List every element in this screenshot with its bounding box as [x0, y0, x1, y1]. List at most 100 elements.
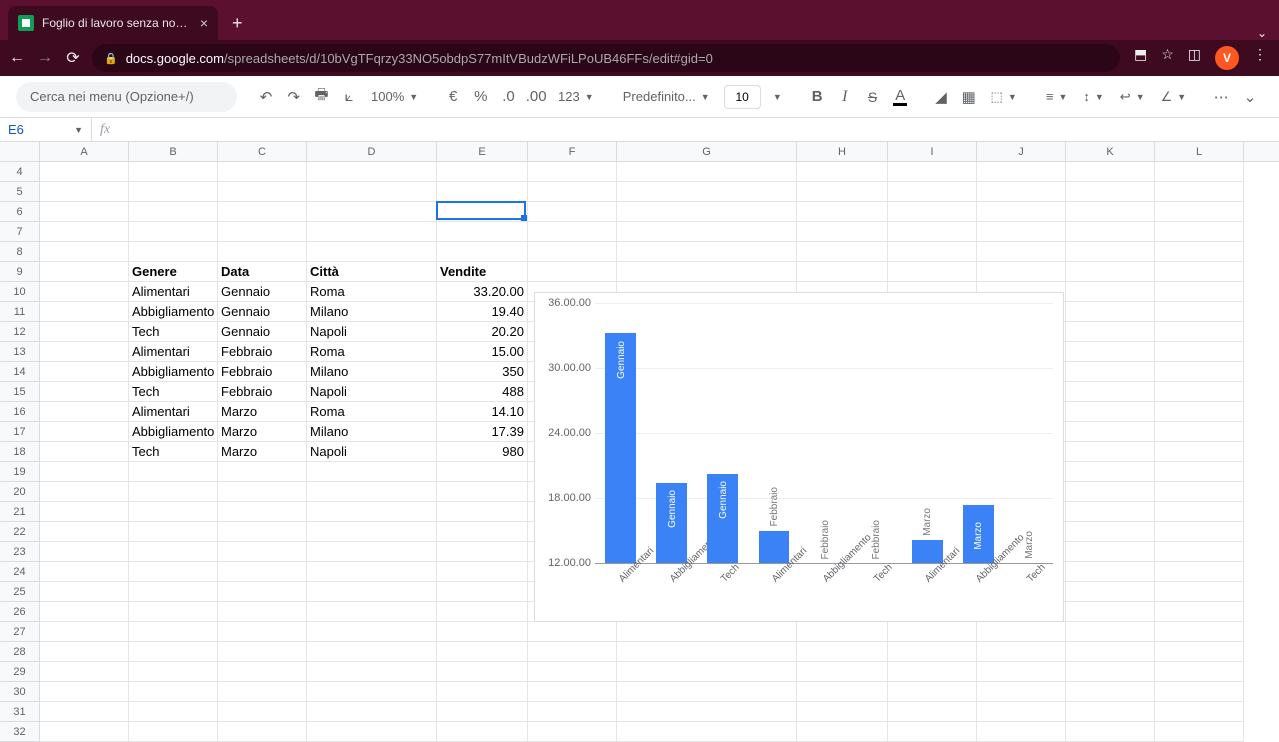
cell-B27[interactable]: [129, 622, 218, 642]
cell-J32[interactable]: [977, 722, 1066, 742]
cell-A15[interactable]: [40, 382, 129, 402]
cell-A11[interactable]: [40, 302, 129, 322]
column-header-K[interactable]: K: [1066, 142, 1155, 161]
cell-A30[interactable]: [40, 682, 129, 702]
cell-K10[interactable]: [1066, 282, 1155, 302]
cell-K20[interactable]: [1066, 482, 1155, 502]
cell-J29[interactable]: [977, 662, 1066, 682]
cell-K11[interactable]: [1066, 302, 1155, 322]
cell-H31[interactable]: [797, 702, 888, 722]
cell-B29[interactable]: [129, 662, 218, 682]
column-header-G[interactable]: G: [617, 142, 797, 161]
cell-B30[interactable]: [129, 682, 218, 702]
cell-D11[interactable]: Milano: [307, 302, 437, 322]
bookmark-icon[interactable]: ☆: [1161, 46, 1174, 70]
cell-A20[interactable]: [40, 482, 129, 502]
cell-K27[interactable]: [1066, 622, 1155, 642]
cell-I9[interactable]: [888, 262, 977, 282]
cell-E27[interactable]: [437, 622, 528, 642]
row-header-21[interactable]: 21: [0, 502, 40, 522]
cell-H30[interactable]: [797, 682, 888, 702]
profile-avatar[interactable]: V: [1215, 46, 1239, 70]
cell-L16[interactable]: [1155, 402, 1244, 422]
cell-F31[interactable]: [528, 702, 617, 722]
cell-C25[interactable]: [218, 582, 307, 602]
cell-C18[interactable]: Marzo: [218, 442, 307, 462]
cell-A31[interactable]: [40, 702, 129, 722]
cell-L11[interactable]: [1155, 302, 1244, 322]
cell-B18[interactable]: Tech: [129, 442, 218, 462]
currency-button[interactable]: €: [441, 84, 465, 110]
cell-K26[interactable]: [1066, 602, 1155, 622]
install-app-icon[interactable]: ⬒: [1134, 46, 1147, 70]
cell-D32[interactable]: [307, 722, 437, 742]
cell-B21[interactable]: [129, 502, 218, 522]
cell-J28[interactable]: [977, 642, 1066, 662]
font-size-input[interactable]: 10: [724, 85, 761, 109]
strikethrough-button[interactable]: S: [861, 84, 885, 110]
cell-A24[interactable]: [40, 562, 129, 582]
cell-C19[interactable]: [218, 462, 307, 482]
cell-C11[interactable]: Gennaio: [218, 302, 307, 322]
row-header-4[interactable]: 4: [0, 162, 40, 182]
zoom-dropdown[interactable]: 100%▼: [365, 84, 424, 110]
cell-K23[interactable]: [1066, 542, 1155, 562]
cell-B17[interactable]: Abbigliamento: [129, 422, 218, 442]
cell-L17[interactable]: [1155, 422, 1244, 442]
cell-K32[interactable]: [1066, 722, 1155, 742]
cell-D7[interactable]: [307, 222, 437, 242]
cell-A27[interactable]: [40, 622, 129, 642]
cell-B22[interactable]: [129, 522, 218, 542]
cell-D16[interactable]: Roma: [307, 402, 437, 422]
cell-F30[interactable]: [528, 682, 617, 702]
cell-B20[interactable]: [129, 482, 218, 502]
cell-E15[interactable]: 488: [437, 382, 528, 402]
cell-B5[interactable]: [129, 182, 218, 202]
chart-bar[interactable]: [707, 474, 738, 563]
row-header-24[interactable]: 24: [0, 562, 40, 582]
cell-A29[interactable]: [40, 662, 129, 682]
column-header-D[interactable]: D: [307, 142, 437, 161]
cell-D13[interactable]: Roma: [307, 342, 437, 362]
cell-L5[interactable]: [1155, 182, 1244, 202]
cell-D25[interactable]: [307, 582, 437, 602]
cell-C22[interactable]: [218, 522, 307, 542]
select-all-corner[interactable]: [0, 142, 40, 161]
cell-A19[interactable]: [40, 462, 129, 482]
row-header-5[interactable]: 5: [0, 182, 40, 202]
cell-H7[interactable]: [797, 222, 888, 242]
cell-D9[interactable]: Città: [307, 262, 437, 282]
cell-K6[interactable]: [1066, 202, 1155, 222]
cell-F29[interactable]: [528, 662, 617, 682]
cell-I8[interactable]: [888, 242, 977, 262]
row-header-6[interactable]: 6: [0, 202, 40, 222]
cell-L27[interactable]: [1155, 622, 1244, 642]
cell-L4[interactable]: [1155, 162, 1244, 182]
cell-J7[interactable]: [977, 222, 1066, 242]
cell-D20[interactable]: [307, 482, 437, 502]
cell-A26[interactable]: [40, 602, 129, 622]
cell-F5[interactable]: [528, 182, 617, 202]
cell-F4[interactable]: [528, 162, 617, 182]
cell-C26[interactable]: [218, 602, 307, 622]
cell-C23[interactable]: [218, 542, 307, 562]
column-header-H[interactable]: H: [797, 142, 888, 161]
cell-L21[interactable]: [1155, 502, 1244, 522]
cell-L26[interactable]: [1155, 602, 1244, 622]
decrease-decimal-button[interactable]: .0: [497, 84, 521, 110]
kebab-menu-icon[interactable]: ⋮: [1253, 46, 1267, 70]
cell-C27[interactable]: [218, 622, 307, 642]
cell-A5[interactable]: [40, 182, 129, 202]
cell-K28[interactable]: [1066, 642, 1155, 662]
cell-E7[interactable]: [437, 222, 528, 242]
new-tab-button[interactable]: +: [218, 6, 257, 40]
column-header-L[interactable]: L: [1155, 142, 1244, 161]
cell-J5[interactable]: [977, 182, 1066, 202]
cell-E23[interactable]: [437, 542, 528, 562]
row-header-14[interactable]: 14: [0, 362, 40, 382]
cell-L13[interactable]: [1155, 342, 1244, 362]
h-align-button[interactable]: ≡▼: [1040, 84, 1074, 110]
column-header-I[interactable]: I: [888, 142, 977, 161]
cell-G29[interactable]: [617, 662, 797, 682]
row-header-11[interactable]: 11: [0, 302, 40, 322]
